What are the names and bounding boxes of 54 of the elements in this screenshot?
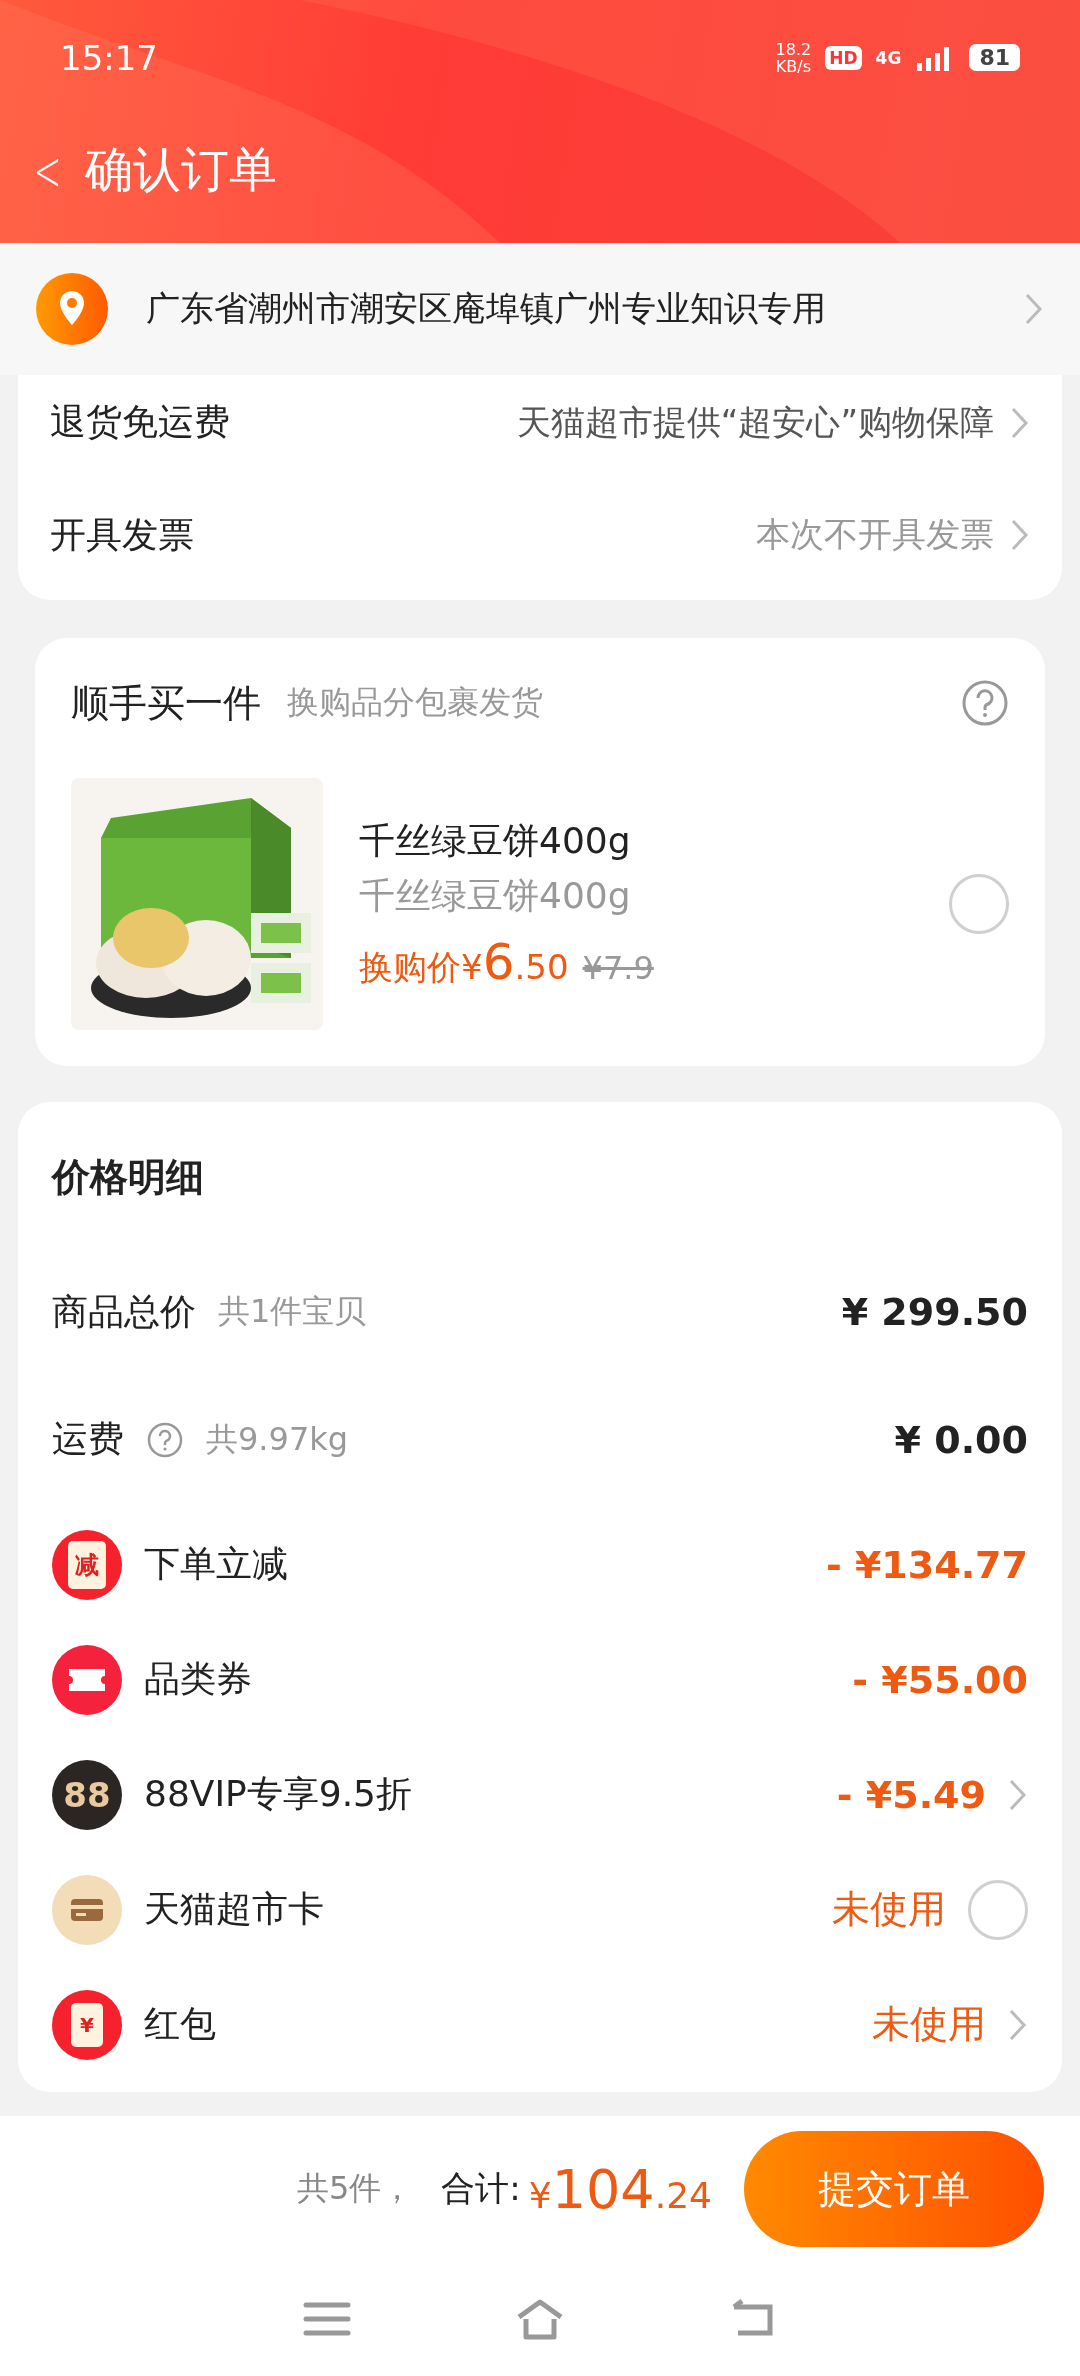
price-value: 未使用 <box>832 1886 946 1933</box>
total-price: ¥104.24 <box>528 2157 712 2221</box>
price-value: - ¥5.49 <box>836 1772 986 1817</box>
total-label: 合计: <box>441 2167 521 2210</box>
row-label: 开具发票 <box>50 512 195 557</box>
ticket-icon <box>52 1644 122 1715</box>
address-text: 广东省潮州市潮安区庵埠镇广州专业知识专用 <box>146 287 827 330</box>
price-value: ¥ 299.50 <box>841 1290 1028 1334</box>
price-label: 红包 <box>144 2002 216 2046</box>
price-label: 商品总价 <box>52 1289 196 1334</box>
row-value: 天猫超市提供“超安心”购物保障 <box>516 400 994 444</box>
address-bar[interactable]: 广东省潮州市潮安区庵埠镇广州专业知识专用 <box>0 243 1080 375</box>
network-speed: 18.2 <box>775 40 812 58</box>
row-label: 退货免运费 <box>50 400 231 444</box>
chevron-icon <box>1024 292 1044 326</box>
reduction-icon: 减 <box>52 1529 122 1600</box>
price-label: 天猫超市卡 <box>144 1887 324 1931</box>
price-note: 共9.97kg <box>206 1418 349 1460</box>
home-icon[interactable] <box>515 2297 565 2341</box>
price-label: 品类券 <box>144 1657 252 1701</box>
service-row[interactable]: 开具发票 本次不开具发票 <box>50 470 1030 600</box>
speed-unit: KB/s <box>775 57 811 75</box>
price-value: 未使用 <box>872 2001 986 2048</box>
price-value: ¥ 0.00 <box>894 1417 1028 1462</box>
envelope-icon: ¥ <box>52 1989 122 2060</box>
section-subtitle: 换购品分包裹发货 <box>287 682 544 723</box>
network-type: 4G <box>875 47 902 68</box>
section-title: 价格明细 <box>52 1153 205 1201</box>
location-pin-icon <box>36 273 108 345</box>
price-label: 下单立减 <box>144 1542 288 1586</box>
help-icon[interactable] <box>961 679 1009 727</box>
battery-level: 81 <box>969 44 1020 71</box>
service-row[interactable]: 退货免运费 天猫超市提供“超安心”购物保障 <box>50 375 1030 470</box>
price-label: 运费 <box>52 1417 124 1461</box>
section-title: 顺手买一件 <box>71 679 261 727</box>
hd-badge: HD <box>825 45 862 70</box>
page-title: 确认订单 <box>84 140 277 199</box>
card-icon <box>52 1874 122 1945</box>
chevron-icon <box>1010 518 1030 552</box>
product-name: 千丝绿豆饼400g <box>359 819 632 863</box>
help-icon[interactable] <box>146 1420 184 1459</box>
status-time: 15:17 <box>60 37 159 78</box>
chevron-icon <box>1010 405 1030 440</box>
price-value: - ¥134.77 <box>825 1542 1028 1587</box>
vip-icon: 88 <box>52 1759 122 1830</box>
select-radio[interactable] <box>949 874 1009 934</box>
price-label: 88VIP专享9.5折 <box>144 1772 412 1816</box>
item-count: 共5件， <box>296 2168 414 2209</box>
price-note: 共1件宝贝 <box>218 1291 367 1332</box>
original-price: ¥7.9 <box>582 949 654 987</box>
row-value: 本次不开具发票 <box>756 513 994 556</box>
exchange-price: 换购价¥6.50 <box>359 933 569 991</box>
product-spec: 千丝绿豆饼400g <box>359 874 632 918</box>
price-value: - ¥55.00 <box>852 1657 1028 1702</box>
